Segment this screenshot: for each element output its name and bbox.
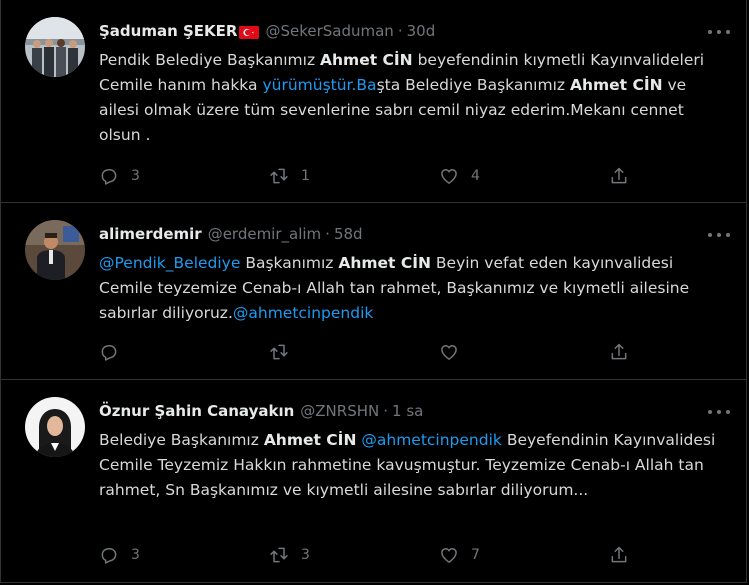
like-button[interactable]: 7 [439,545,480,565]
retweet-button[interactable]: 1 [269,166,310,186]
text-segment: Pendik Belediye Başkanımız [99,51,321,69]
more-icon[interactable] [708,227,730,243]
text-segment: şta Belediye Başkanımız [376,76,570,94]
retweet-icon [270,547,288,563]
text-link[interactable]: @ahmetcinpendik [361,431,502,449]
author-handle[interactable]: @ZNRSHN [300,402,379,420]
reply-count: 3 [131,547,140,563]
share-icon [611,167,627,184]
timestamp[interactable]: 1 sa [392,402,423,420]
author-handle[interactable]: @SekerSaduman [265,22,393,40]
avatar[interactable] [25,220,85,280]
reply-icon [101,548,117,564]
share-button[interactable] [609,545,629,565]
tweet-text: Pendik Belediye Başkanımız Ahmet CİN bey… [99,48,724,148]
reply-button[interactable] [99,342,131,362]
author-name[interactable]: Şaduman ŞEKER [99,22,237,40]
retweet-button[interactable]: 3 [269,545,310,565]
reply-button[interactable]: 3 [99,545,140,565]
tweet-card[interactable]: alimerdemir @erdemir_alim · 58d @Pendik_… [1,203,746,380]
reply-icon [101,345,117,361]
retweet-count: 3 [301,547,310,563]
reply-button[interactable]: 3 [99,166,140,186]
bold-text: Ahmet CİN [338,254,431,272]
more-icon[interactable] [708,24,730,40]
like-button[interactable] [439,342,471,362]
tweet-text: @Pendik_Belediye Başkanımız Ahmet CİN Be… [99,251,724,326]
retweet-count: 1 [301,168,310,184]
like-count: 4 [471,168,480,184]
bold-text: Ahmet CİN [263,431,357,449]
reply-icon [101,169,117,185]
share-button[interactable] [609,342,629,362]
like-count: 7 [471,547,480,563]
like-button[interactable]: 4 [439,166,480,186]
tweet-text: Belediye Başkanımız Ahmet CİN @ahmetcinp… [99,428,724,503]
timestamp[interactable]: 58d [334,225,363,243]
author-name[interactable]: alimerdemir [99,225,202,243]
like-icon [441,169,457,184]
text-link[interactable]: @ahmetcinpendik [233,304,374,322]
separator-dot: · [383,402,389,420]
tweet-card[interactable]: Öznur Şahin Canayakın @ZNRSHN · 1 sa Bel… [1,380,746,582]
retweet-icon [270,344,288,360]
share-icon [611,343,627,360]
more-icon[interactable] [708,404,730,420]
like-icon [441,345,457,360]
reply-count: 3 [131,168,140,184]
avatar[interactable] [25,397,85,457]
bold-text: Ahmet CİN [320,51,413,69]
text-link[interactable]: @Pendik_Belediye [99,254,240,272]
action-bar [99,342,639,362]
tweet-card[interactable]: Şaduman ŞEKER @SekerSaduman · 30d Pendik… [1,0,746,203]
separator-dot: · [397,22,403,40]
share-icon [611,546,627,563]
avatar[interactable] [25,17,85,77]
retweet-icon [270,168,288,184]
author-name[interactable]: Öznur Şahin Canayakın [99,402,294,420]
timestamp[interactable]: 30d [407,22,436,40]
timeline: Şaduman ŞEKER @SekerSaduman · 30d Pendik… [0,0,747,583]
text-segment: Başkanımız [240,254,339,272]
separator-dot: · [325,225,330,243]
like-icon [441,548,457,563]
action-bar: 3 3 7 [99,545,639,565]
bold-text: Ahmet CİN [569,76,663,94]
text-segment: Belediye Başkanımız [99,431,264,449]
share-button[interactable] [609,166,629,186]
turkey-flag-icon [239,25,260,39]
action-bar: 3 1 4 [99,166,639,186]
author-handle[interactable]: @erdemir_alim [208,225,321,243]
text-link[interactable]: yürümüştür.Ba [262,76,376,94]
retweet-button[interactable] [269,342,301,362]
